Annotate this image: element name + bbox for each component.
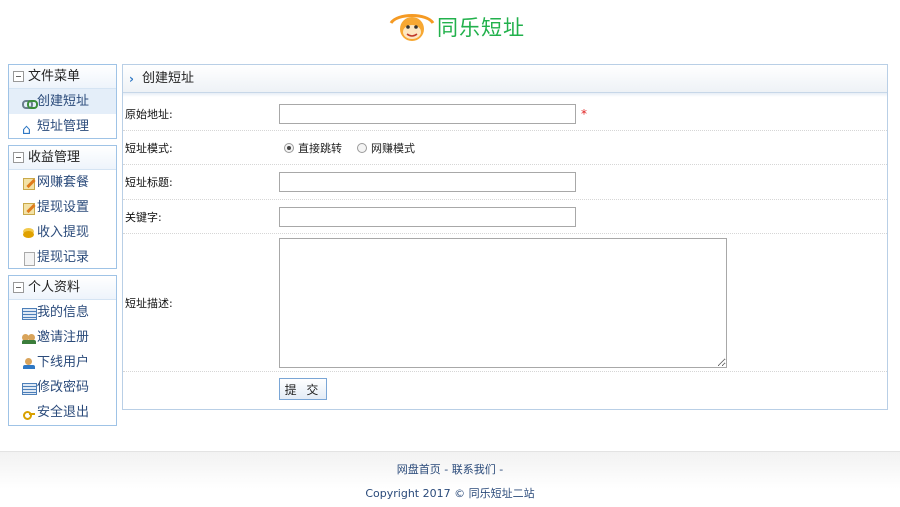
monkey-logo-icon xyxy=(389,14,435,41)
sidebar-item-label: 我的信息 xyxy=(37,305,90,320)
sidebar-item-label: 修改密码 xyxy=(37,380,90,395)
form-row-url: 原始地址: * xyxy=(123,97,887,131)
sidebar-item-label: 邀请注册 xyxy=(37,330,90,345)
collapse-icon[interactable] xyxy=(13,71,24,82)
table-icon xyxy=(22,382,37,395)
submit-button[interactable]: 提 交 xyxy=(279,378,327,400)
document-icon xyxy=(22,251,36,266)
menu-group-title: 个人资料 xyxy=(28,279,81,295)
url-label: 原始地址: xyxy=(125,107,173,121)
mode-option-earning[interactable]: 网赚模式 xyxy=(352,140,415,156)
footer-link-home[interactable]: 网盘首页 xyxy=(397,463,441,476)
radio-label: 网赚模式 xyxy=(371,141,415,155)
mode-label: 短址模式: xyxy=(125,141,173,155)
table-icon xyxy=(22,307,37,320)
main-panel: › 创建短址 原始地址: * 短址模式: 直接跳转 网赚模式 短址标题: 关键字… xyxy=(122,64,888,410)
copyright-text: Copyright 2017 © 同乐短址二站 xyxy=(365,487,535,500)
short-url-title-input[interactable] xyxy=(279,172,576,192)
description-label: 短址描述: xyxy=(125,296,173,310)
coins-icon xyxy=(22,227,36,239)
page-title: 创建短址 xyxy=(141,70,194,86)
pencil-icon xyxy=(22,177,36,190)
form-row-title: 短址标题: xyxy=(123,165,887,200)
link-icon xyxy=(22,96,38,109)
sidebar: 文件菜单 创建短址 短址管理 收益管理 网赚套餐 提现设置 收入提现 xyxy=(8,64,117,432)
mode-option-direct[interactable]: 直接跳转 xyxy=(279,140,342,156)
home-icon xyxy=(22,118,36,143)
menu-group-header[interactable]: 文件菜单 xyxy=(9,65,116,89)
sidebar-item-withdraw-records[interactable]: 提现记录 xyxy=(9,245,116,270)
site-name: 同乐短址 xyxy=(437,16,525,40)
footer-separator: - xyxy=(495,463,504,476)
users-icon xyxy=(22,332,36,344)
menu-group-title: 收益管理 xyxy=(28,149,81,165)
sidebar-item-invite-register[interactable]: 邀请注册 xyxy=(9,325,116,350)
chevron-right-icon: › xyxy=(129,71,134,86)
required-mark: * xyxy=(581,106,587,121)
menu-group-title: 文件菜单 xyxy=(28,68,81,84)
sidebar-item-withdraw-settings[interactable]: 提现设置 xyxy=(9,195,116,220)
form-row-mode: 短址模式: 直接跳转 网赚模式 xyxy=(123,131,887,165)
sidebar-item-label: 提现设置 xyxy=(37,200,90,215)
footer: 网盘首页 - 联系我们 - Copyright 2017 © 同乐短址二站 xyxy=(0,451,900,507)
sidebar-item-income-withdraw[interactable]: 收入提现 xyxy=(9,220,116,245)
sidebar-item-label: 提现记录 xyxy=(37,250,90,265)
sidebar-item-manage-short-url[interactable]: 短址管理 xyxy=(9,114,116,143)
menu-group-header[interactable]: 个人资料 xyxy=(9,276,116,300)
original-url-input[interactable] xyxy=(279,103,576,124)
radio-label: 直接跳转 xyxy=(298,141,342,155)
form-row-keywords: 关键字: xyxy=(123,200,887,234)
menu-group-earnings: 收益管理 网赚套餐 提现设置 收入提现 提现记录 xyxy=(8,145,117,269)
radio-checked-icon[interactable] xyxy=(284,142,294,153)
collapse-icon[interactable] xyxy=(13,152,24,163)
sidebar-item-my-info[interactable]: 我的信息 xyxy=(9,300,116,325)
menu-group-profile: 个人资料 我的信息 邀请注册 下线用户 修改密码 安全退出 xyxy=(8,275,117,426)
title-label: 短址标题: xyxy=(125,176,173,189)
sidebar-item-create-short-url[interactable]: 创建短址 xyxy=(9,89,116,114)
keywords-label: 关键字: xyxy=(125,210,162,224)
sidebar-item-downline-users[interactable]: 下线用户 xyxy=(9,350,116,375)
user-icon xyxy=(22,357,36,369)
footer-separator: - xyxy=(440,463,452,476)
site-logo[interactable]: 同乐短址 xyxy=(387,9,525,45)
sidebar-item-label: 安全退出 xyxy=(37,405,90,420)
sidebar-item-label: 下线用户 xyxy=(37,355,90,370)
pencil-icon xyxy=(22,202,36,215)
form-row-submit: 提 交 xyxy=(123,372,887,406)
menu-group-files: 文件菜单 创建短址 短址管理 xyxy=(8,64,117,143)
sidebar-item-label: 创建短址 xyxy=(37,94,90,109)
collapse-icon[interactable] xyxy=(13,282,24,293)
key-icon xyxy=(22,407,36,420)
sidebar-item-logout[interactable]: 安全退出 xyxy=(9,400,116,425)
sidebar-item-earning-plans[interactable]: 网赚套餐 xyxy=(9,170,116,195)
keywords-input[interactable] xyxy=(279,206,576,227)
description-textarea[interactable] xyxy=(279,237,727,368)
menu-group-header[interactable]: 收益管理 xyxy=(9,146,116,170)
sidebar-item-change-password[interactable]: 修改密码 xyxy=(9,375,116,400)
panel-header: › 创建短址 xyxy=(123,65,887,93)
sidebar-item-label: 短址管理 xyxy=(37,119,90,134)
sidebar-item-label: 网赚套餐 xyxy=(37,175,90,190)
sidebar-item-label: 收入提现 xyxy=(37,225,90,240)
footer-link-contact[interactable]: 联系我们 xyxy=(452,463,496,476)
footer-links: 网盘首页 - 联系我们 - xyxy=(0,451,900,489)
form-row-description: 短址描述: xyxy=(123,234,887,372)
radio-unchecked-icon[interactable] xyxy=(357,142,367,153)
